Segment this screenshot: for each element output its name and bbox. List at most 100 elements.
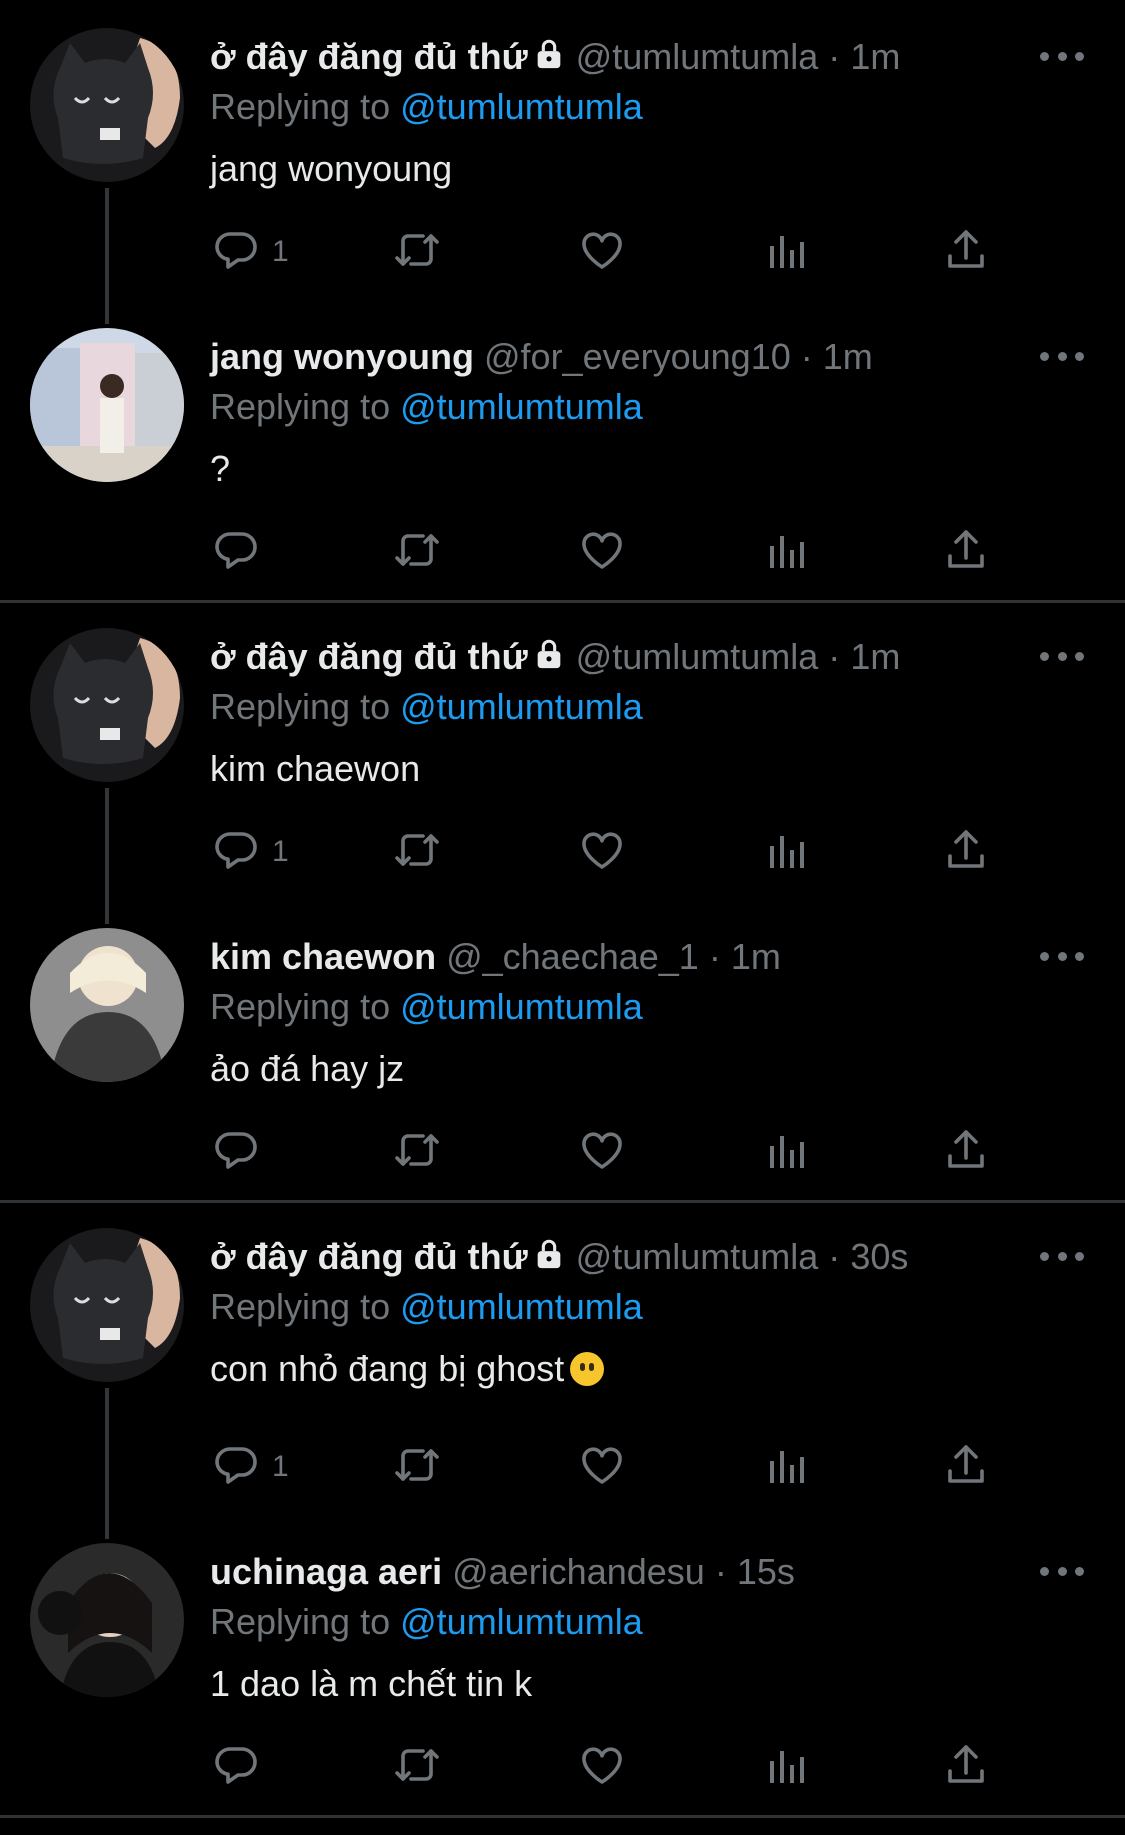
timestamp[interactable]: 1m xyxy=(850,36,900,77)
views-icon xyxy=(762,1441,810,1494)
tweet[interactable]: ở đây đăng đủ thứ @tumlumtumla · 1m Reply… xyxy=(0,20,1125,320)
like-button[interactable] xyxy=(578,1442,626,1492)
share-icon xyxy=(942,826,990,879)
reply-count: 1 xyxy=(272,235,289,268)
tweet-text: 1 dao là m chết tin k xyxy=(210,1663,532,1705)
share-button[interactable] xyxy=(942,1742,990,1792)
share-icon xyxy=(942,1441,990,1494)
more-icon[interactable] xyxy=(1040,945,1084,967)
replying-to: Replying to @tumlumtumla xyxy=(210,86,643,128)
replying-to-mention[interactable]: @tumlumtumla xyxy=(400,1286,643,1327)
tweet[interactable]: uchinaga aeri @aerichandesu · 15s Replyin… xyxy=(0,1535,1125,1835)
reply-icon xyxy=(212,526,260,579)
display-name[interactable]: jang wonyoung xyxy=(210,336,474,377)
display-name[interactable]: uchinaga aeri xyxy=(210,1551,442,1592)
thread-connector xyxy=(105,1388,109,1539)
timestamp[interactable]: 1m xyxy=(850,636,900,677)
reply-icon xyxy=(212,1741,260,1794)
reply-button[interactable]: 1 xyxy=(212,227,289,277)
avatar[interactable] xyxy=(30,1228,184,1382)
views-button[interactable] xyxy=(762,1442,810,1492)
user-handle[interactable]: @for_everyoung10 xyxy=(484,336,791,377)
share-icon xyxy=(942,226,990,279)
user-handle[interactable]: @_chaechae_1 xyxy=(446,936,699,977)
share-button[interactable] xyxy=(942,827,990,877)
avatar[interactable] xyxy=(30,628,184,782)
views-button[interactable] xyxy=(762,1127,810,1177)
retweet-button[interactable] xyxy=(393,1442,441,1492)
share-button[interactable] xyxy=(942,1127,990,1177)
timestamp[interactable]: 1m xyxy=(823,336,873,377)
tweet-header: ở đây đăng đủ thứ @tumlumtumla · 1m xyxy=(210,36,900,80)
retweet-button[interactable] xyxy=(393,227,441,277)
avatar[interactable] xyxy=(30,1543,184,1697)
tweet-header: ở đây đăng đủ thứ @tumlumtumla · 30s xyxy=(210,1236,908,1280)
like-button[interactable] xyxy=(578,1127,626,1177)
replying-to-label: Replying to xyxy=(210,86,391,127)
more-icon[interactable] xyxy=(1040,1560,1084,1582)
reply-button[interactable] xyxy=(212,1742,272,1792)
more-icon[interactable] xyxy=(1040,645,1084,667)
reply-button[interactable]: 1 xyxy=(212,1442,289,1492)
tweet-text: ảo đá hay jz xyxy=(210,1048,404,1090)
replying-to-mention[interactable]: @tumlumtumla xyxy=(400,1601,643,1642)
user-handle[interactable]: @tumlumtumla xyxy=(576,636,819,677)
avatar[interactable] xyxy=(30,328,184,482)
more-icon[interactable] xyxy=(1040,1245,1084,1267)
timestamp[interactable]: 30s xyxy=(850,1236,908,1277)
replying-to: Replying to @tumlumtumla xyxy=(210,1286,643,1328)
avatar[interactable] xyxy=(30,928,184,1082)
reply-button[interactable] xyxy=(212,1127,272,1177)
retweet-button[interactable] xyxy=(393,1742,441,1792)
retweet-button[interactable] xyxy=(393,827,441,877)
replying-to-mention[interactable]: @tumlumtumla xyxy=(400,686,643,727)
tweet[interactable]: jang wonyoung @for_everyoung10 · 1m Reply… xyxy=(0,320,1125,620)
display-name[interactable]: ở đây đăng đủ thứ xyxy=(210,1236,528,1277)
more-icon[interactable] xyxy=(1040,345,1084,367)
display-name[interactable]: ở đây đăng đủ thứ xyxy=(210,36,528,77)
reply-icon xyxy=(212,226,260,279)
no-mouth-emoji-icon xyxy=(570,1352,605,1386)
views-icon xyxy=(762,1741,810,1794)
share-button[interactable] xyxy=(942,1442,990,1492)
display-name[interactable]: kim chaewon xyxy=(210,936,436,977)
like-button[interactable] xyxy=(578,227,626,277)
like-button[interactable] xyxy=(578,827,626,877)
tweet[interactable]: kim chaewon @_chaechae_1 · 1m Replying to… xyxy=(0,920,1125,1220)
like-icon xyxy=(578,1126,626,1179)
views-button[interactable] xyxy=(762,1742,810,1792)
more-icon[interactable] xyxy=(1040,45,1084,67)
share-button[interactable] xyxy=(942,527,990,577)
user-handle[interactable]: @tumlumtumla xyxy=(576,36,819,77)
timestamp[interactable]: 15s xyxy=(737,1551,795,1592)
like-button[interactable] xyxy=(578,527,626,577)
reply-button[interactable] xyxy=(212,527,272,577)
lock-icon xyxy=(532,37,566,80)
share-icon xyxy=(942,1126,990,1179)
retweet-button[interactable] xyxy=(393,527,441,577)
like-icon xyxy=(578,526,626,579)
user-handle[interactable]: @tumlumtumla xyxy=(576,1236,819,1277)
share-icon xyxy=(942,526,990,579)
reply-button[interactable]: 1 xyxy=(212,827,289,877)
views-button[interactable] xyxy=(762,527,810,577)
like-button[interactable] xyxy=(578,1742,626,1792)
views-button[interactable] xyxy=(762,227,810,277)
replying-to-mention[interactable]: @tumlumtumla xyxy=(400,386,643,427)
timestamp[interactable]: 1m xyxy=(731,936,781,977)
tweet[interactable]: ở đây đăng đủ thứ @tumlumtumla · 30s Repl… xyxy=(0,1220,1125,1520)
lock-icon xyxy=(532,1237,566,1280)
replying-to-mention[interactable]: @tumlumtumla xyxy=(400,86,643,127)
display-name[interactable]: ở đây đăng đủ thứ xyxy=(210,636,528,677)
views-button[interactable] xyxy=(762,827,810,877)
views-icon xyxy=(762,1126,810,1179)
tweet[interactable]: ở đây đăng đủ thứ @tumlumtumla · 1m Reply… xyxy=(0,620,1125,920)
tweet-header: uchinaga aeri @aerichandesu · 15s xyxy=(210,1551,795,1593)
tweet-text-content: con nhỏ đang bị ghost xyxy=(210,1348,565,1389)
user-handle[interactable]: @aerichandesu xyxy=(452,1551,705,1592)
replying-to-mention[interactable]: @tumlumtumla xyxy=(400,986,643,1027)
avatar[interactable] xyxy=(30,28,184,182)
retweet-icon xyxy=(393,1441,441,1494)
share-button[interactable] xyxy=(942,227,990,277)
retweet-button[interactable] xyxy=(393,1127,441,1177)
